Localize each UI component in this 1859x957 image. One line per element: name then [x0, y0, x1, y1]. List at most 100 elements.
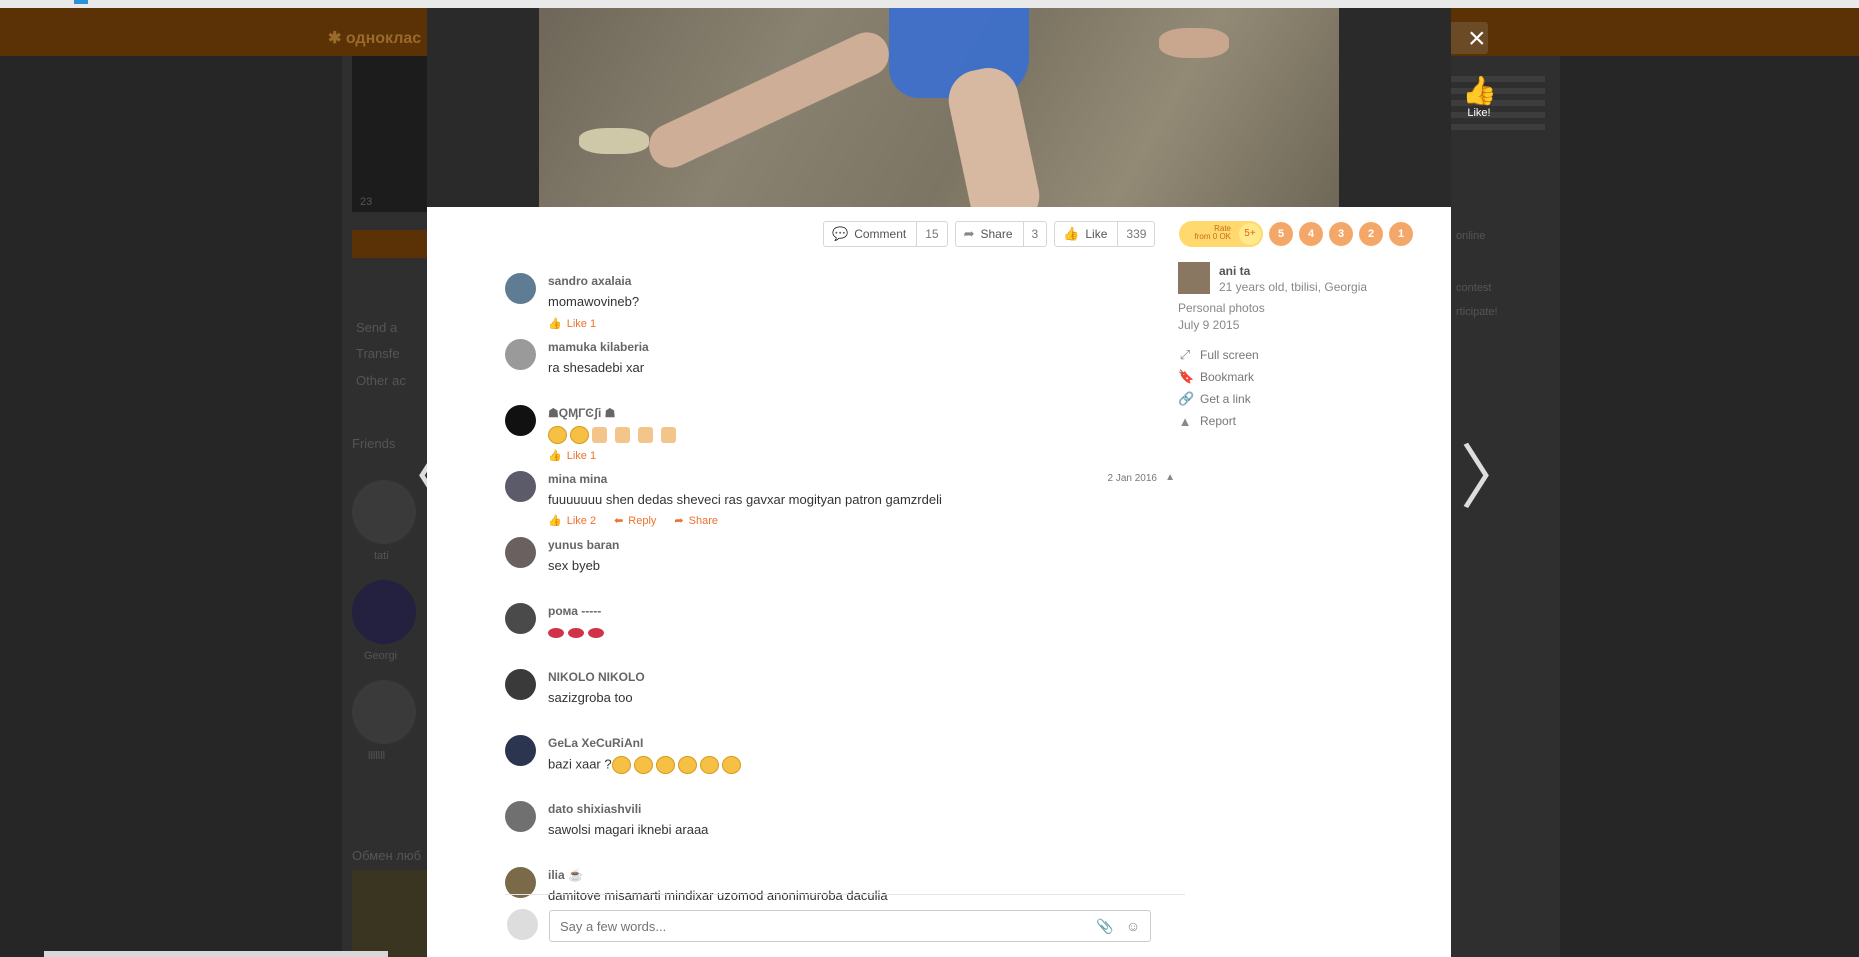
- comment-like-button[interactable]: 👍 Like 2: [548, 514, 596, 528]
- browser-top-strip: [0, 0, 1859, 8]
- comment-author[interactable]: yunus baran: [548, 538, 619, 552]
- comment-text: bazi xaar ?: [548, 756, 744, 774]
- rate-1-button[interactable]: 1: [1389, 222, 1413, 246]
- thumbs-up-icon: 👍: [1063, 226, 1080, 241]
- thumbs-up-icon: 👍: [1462, 75, 1497, 106]
- comment-reply-button[interactable]: ⬅ Reply: [614, 514, 656, 528]
- bookmark-icon: 🔖: [1178, 369, 1195, 384]
- avatar[interactable]: [505, 537, 536, 568]
- background-orange-button: [352, 230, 432, 258]
- site-logo: ✱ одноклас: [328, 30, 422, 47]
- photo-date: July 9 2015: [1178, 318, 1240, 332]
- comment-author[interactable]: mina mina: [548, 472, 607, 486]
- thumbs-down-icon: [661, 427, 676, 443]
- rate-3-button[interactable]: 3: [1329, 222, 1353, 246]
- comment-input-box[interactable]: 📎 ☺: [549, 910, 1151, 942]
- album-link[interactable]: Personal photos: [1178, 301, 1265, 315]
- emoji-icon: [677, 756, 697, 774]
- comment-text: ra shesadebi xar: [548, 360, 645, 375]
- comment-button[interactable]: 💬 Comment 15: [823, 221, 948, 247]
- emoji-icon: [699, 756, 719, 774]
- comment-author[interactable]: GeLa XeCuRiAnI: [548, 736, 643, 750]
- background-menu-item: Send a: [356, 320, 398, 335]
- comment-input[interactable]: [558, 917, 1094, 935]
- smiley-icon[interactable]: ☺: [1122, 918, 1144, 934]
- background-menu-item: Other ac: [356, 373, 406, 388]
- rate-4-button[interactable]: 4: [1299, 222, 1323, 246]
- avatar[interactable]: [505, 801, 536, 832]
- rate-2-button[interactable]: 2: [1359, 222, 1383, 246]
- comment-author[interactable]: sandro axalaia: [548, 274, 631, 288]
- avatar[interactable]: [505, 339, 536, 370]
- avatar[interactable]: [505, 603, 536, 634]
- background-thumb-count: 23: [360, 196, 373, 208]
- owner-name[interactable]: ani ta: [1219, 264, 1250, 278]
- comment-text: momawovineb?: [548, 294, 640, 309]
- like-button[interactable]: 👍 Like 339: [1054, 221, 1156, 247]
- avatar[interactable]: [505, 405, 536, 436]
- next-photo-arrow-icon[interactable]: 〉: [1460, 443, 1530, 513]
- cup-icon: ☕: [568, 868, 583, 882]
- comment-author[interactable]: mamuka kilaberia: [548, 340, 649, 354]
- thumbs-down-icon: [592, 427, 607, 443]
- comment-emoji-row: [548, 426, 684, 444]
- comment-label: Comment: [854, 227, 907, 241]
- avatar[interactable]: [505, 669, 536, 700]
- bookmark-link[interactable]: 🔖 Bookmark: [1178, 366, 1259, 388]
- full-screen-link[interactable]: ⤢ Full screen: [1178, 344, 1259, 366]
- comment-count: 15: [916, 222, 946, 246]
- report-link[interactable]: ▲ Report: [1178, 410, 1259, 432]
- comment-like-button[interactable]: 👍 Like 1: [548, 317, 596, 331]
- rate-label: Rate from 0 OK: [1194, 224, 1231, 241]
- comment-bubble-icon: 💬: [832, 226, 849, 241]
- attachment-paperclip-icon[interactable]: 📎: [1094, 918, 1116, 935]
- rate-5-button[interactable]: 5: [1269, 222, 1293, 246]
- thumbs-up-icon: 👍: [548, 450, 562, 462]
- comment-text: sazizgroba too: [548, 690, 633, 705]
- comment-author[interactable]: ☗QӍΓϾʃi ☗: [548, 406, 615, 420]
- share-count: 3: [1022, 222, 1047, 246]
- overlay-like-label: Like!: [1467, 107, 1491, 119]
- side-links: ⤢ Full screen 🔖 Bookmark 🔗 Get a link ▲ Repo…: [1178, 344, 1259, 432]
- lips-icon: [588, 627, 604, 638]
- background-scroll-bar: [44, 951, 388, 957]
- background-friend-avatar: [352, 580, 416, 644]
- avatar[interactable]: [505, 735, 536, 766]
- comment-author[interactable]: рома -----: [548, 604, 601, 618]
- overlay-like-button[interactable]: 👍 Like!: [1462, 74, 1497, 119]
- share-label: Share: [980, 227, 1013, 241]
- lips-icon: [568, 627, 584, 638]
- share-arrow-icon: ➦: [963, 226, 975, 241]
- comment-share-button[interactable]: ➦ Share: [674, 514, 718, 528]
- report-warning-icon[interactable]: ▲: [1165, 472, 1175, 483]
- photo-image[interactable]: [539, 8, 1339, 207]
- emoji-icon: [655, 756, 675, 774]
- emoji-icon: [570, 426, 589, 444]
- warning-icon: ▲: [1178, 413, 1192, 429]
- comment-author[interactable]: ilia ☕: [548, 868, 583, 882]
- share-arrow-icon: ➦: [674, 515, 684, 527]
- close-icon[interactable]: ×: [1468, 24, 1486, 54]
- reply-arrow-icon: ⬅: [614, 515, 624, 527]
- thumbs-down-icon: [638, 427, 653, 443]
- like-label: Like: [1085, 227, 1108, 241]
- background-online: online: [1456, 230, 1486, 242]
- comment-date: 2 Jan 2016: [1107, 473, 1158, 484]
- thumbs-up-icon: 👍: [548, 318, 562, 330]
- browser-tab-indicator: [74, 0, 88, 4]
- owner-info: 21 years old, tbilisi, Georgia: [1219, 280, 1368, 294]
- comment-author[interactable]: NIKOLO NIKOLO: [548, 670, 645, 684]
- comment-author[interactable]: dato shixiashvili: [548, 802, 641, 816]
- get-link-link[interactable]: 🔗 Get a link: [1178, 388, 1259, 410]
- owner-avatar[interactable]: [1178, 262, 1210, 294]
- share-button[interactable]: ➦ Share 3: [954, 221, 1048, 247]
- expand-icon: ⤢: [1179, 347, 1191, 362]
- comment-like-button[interactable]: 👍 Like 1: [548, 449, 596, 463]
- photo-actions-bar: 💬 Comment 15 ➦ Share 3 👍 Like 339: [823, 221, 1162, 247]
- rate-plus-button[interactable]: Rate from 0 OK 5+: [1179, 221, 1263, 247]
- avatar[interactable]: [505, 471, 536, 502]
- avatar[interactable]: [505, 273, 536, 304]
- emoji-icon: [611, 756, 631, 774]
- background-friend-name: Georgi: [364, 650, 398, 662]
- input-divider: [505, 894, 1185, 895]
